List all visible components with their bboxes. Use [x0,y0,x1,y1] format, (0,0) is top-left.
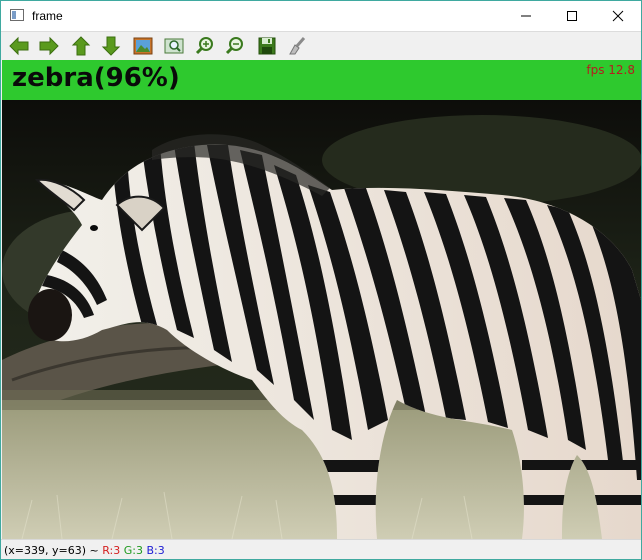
floppy-icon [258,37,276,55]
cursor-coordinates: (x=339, y=63) ~ [4,544,99,557]
pan-up-button[interactable] [69,35,93,57]
image-icon [133,37,153,55]
close-icon [612,10,624,22]
save-button[interactable] [255,35,279,57]
brush-icon [289,37,306,55]
status-bar: (x=339, y=63) ~ R:3 G:3 B:3 [1,539,641,559]
properties-button[interactable] [285,35,309,57]
title-bar[interactable]: frame [1,1,641,31]
zoom-in-icon [195,37,213,55]
pan-left-button[interactable] [7,35,31,57]
minimize-icon [521,15,531,17]
fps-readout: fps 12.8 [586,63,635,77]
arrow-right-icon [39,36,59,56]
zoom-out-button[interactable] [223,35,247,57]
toolbar [1,31,641,59]
arrow-up-icon [71,36,91,56]
pixel-green-value: G:3 [123,544,143,557]
window-app-icon [10,9,24,21]
image-canvas[interactable]: zebra(96%) fps 12.8 [2,60,641,539]
detection-label-bar: zebra(96%) fps 12.8 [2,60,641,100]
app-window: frame zebra(96%) fps 12.8 (x=339, y=63) … [0,0,642,560]
detection-label: zebra(96%) [12,63,180,93]
close-button[interactable] [595,1,641,31]
window-title: frame [32,9,63,23]
pixel-red-value: R:3 [102,544,121,557]
maximize-icon [567,11,577,21]
minimize-button[interactable] [503,1,549,31]
zoom-in-button[interactable] [193,35,217,57]
arrow-down-icon [101,36,121,56]
zoom-out-icon [225,37,243,55]
pixel-blue-value: B:3 [146,544,165,557]
pan-right-button[interactable] [37,35,61,57]
zoom-original-button[interactable] [131,35,155,57]
pan-down-button[interactable] [99,35,123,57]
maximize-button[interactable] [549,1,595,31]
zoom-window-icon [164,38,184,54]
zebra-photo [2,100,641,539]
arrow-left-icon [9,36,29,56]
zoom-fit-button[interactable] [162,35,186,57]
